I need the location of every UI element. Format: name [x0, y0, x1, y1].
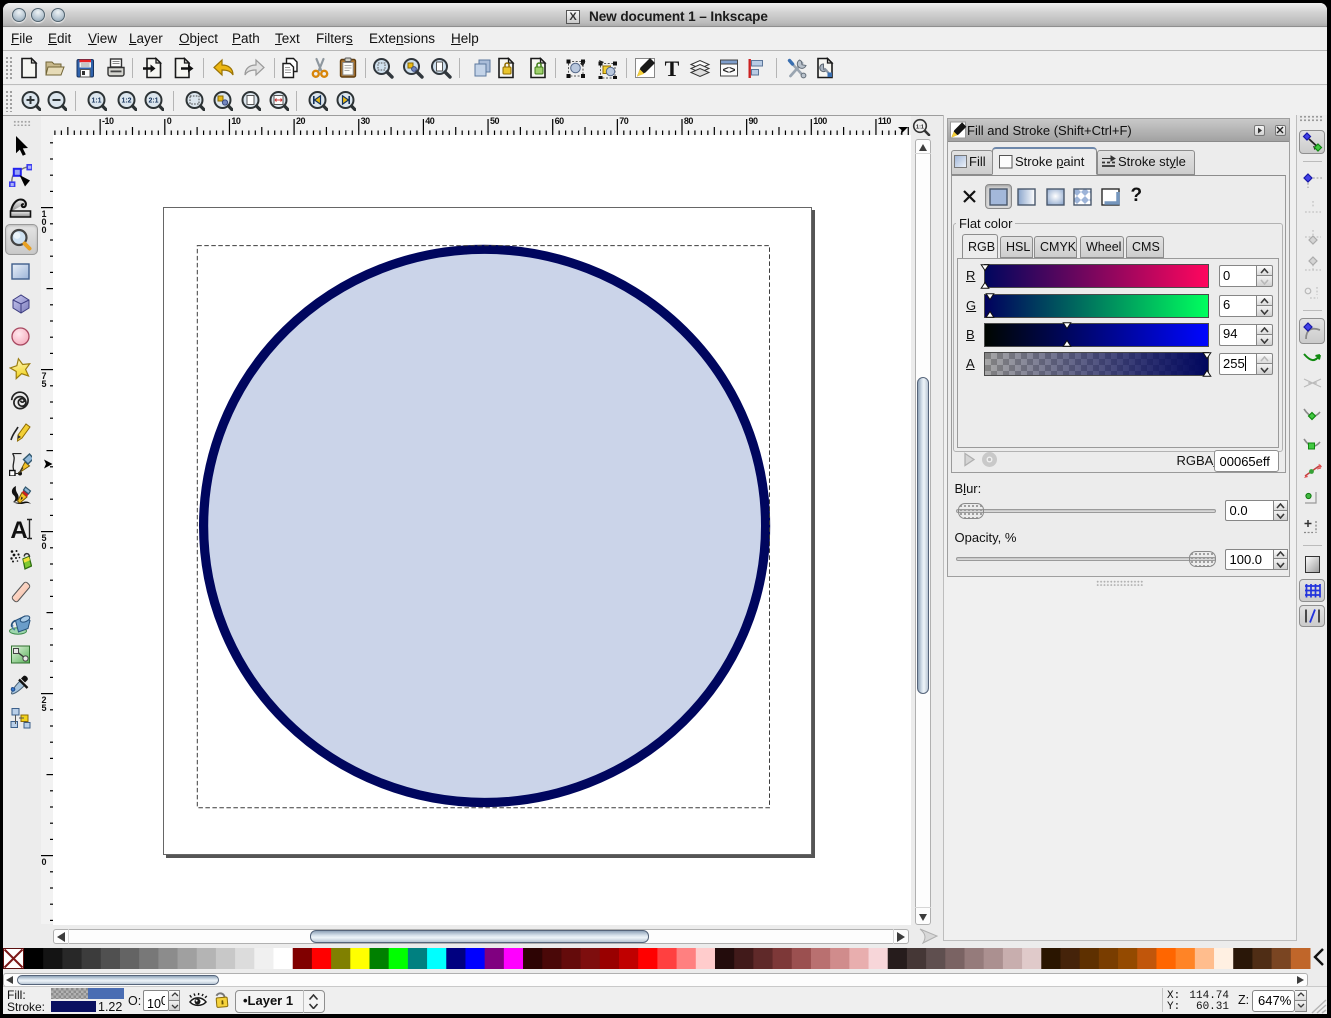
svg-text:1:2: 1:2	[121, 98, 131, 105]
svg-text:1:1: 1:1	[91, 98, 101, 105]
svg-text:1:1: 1:1	[916, 125, 924, 131]
svg-text:2:1: 2:1	[148, 98, 158, 105]
svg-text:A: A	[10, 517, 27, 540]
svg-text:<>: <>	[722, 64, 735, 76]
svg-text:T: T	[665, 57, 680, 79]
